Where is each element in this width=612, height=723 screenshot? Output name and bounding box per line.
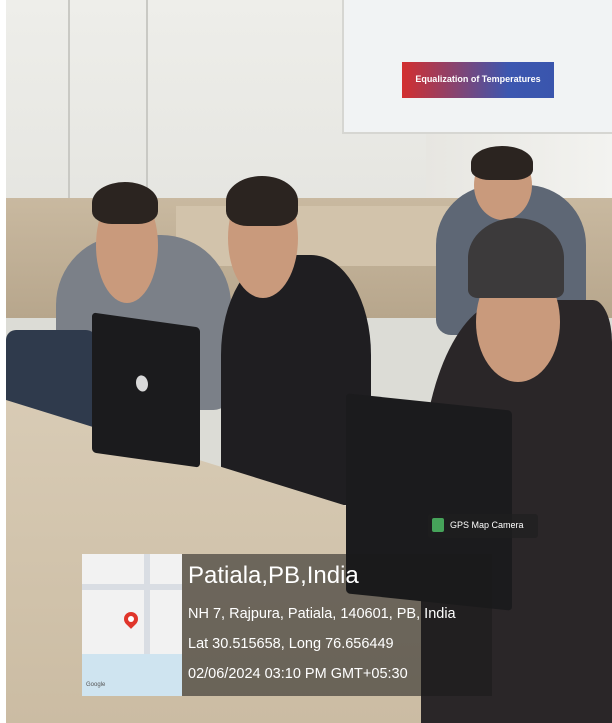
map-road bbox=[144, 554, 150, 654]
apple-logo-icon bbox=[136, 374, 148, 393]
gps-location-card: Google Patiala,PB,India NH 7, Rajpura, P… bbox=[82, 554, 492, 696]
wall-poster: Equalization of Temperatures bbox=[342, 0, 612, 134]
poster-banner-text: Equalization of Temperatures bbox=[415, 74, 541, 84]
gps-camera-label: GPS Map Camera bbox=[450, 520, 524, 530]
poster-banner: Equalization of Temperatures bbox=[402, 62, 554, 98]
student-hair bbox=[226, 176, 298, 226]
location-pin-icon bbox=[121, 609, 141, 629]
map-thumbnail: Google bbox=[82, 554, 182, 696]
student-hair bbox=[92, 182, 158, 224]
map-brand: Google bbox=[86, 682, 106, 688]
gps-camera-tag: GPS Map Camera bbox=[428, 514, 538, 538]
coordinates-line: Lat 30.515658, Long 76.656449 bbox=[188, 636, 394, 652]
student-hair bbox=[471, 146, 533, 180]
timestamp-line: 02/06/2024 03:10 PM GMT+05:30 bbox=[188, 666, 408, 682]
wall-pillar bbox=[68, 0, 70, 200]
gps-camera-icon bbox=[432, 518, 444, 532]
map-water bbox=[82, 654, 182, 696]
map-road bbox=[82, 584, 182, 590]
cap bbox=[468, 218, 564, 298]
place-title: Patiala,PB,India bbox=[188, 562, 359, 589]
laptop-left bbox=[92, 312, 200, 468]
address-line: NH 7, Rajpura, Patiala, 140601, PB, Indi… bbox=[188, 606, 456, 622]
wall-pillar bbox=[146, 0, 148, 200]
